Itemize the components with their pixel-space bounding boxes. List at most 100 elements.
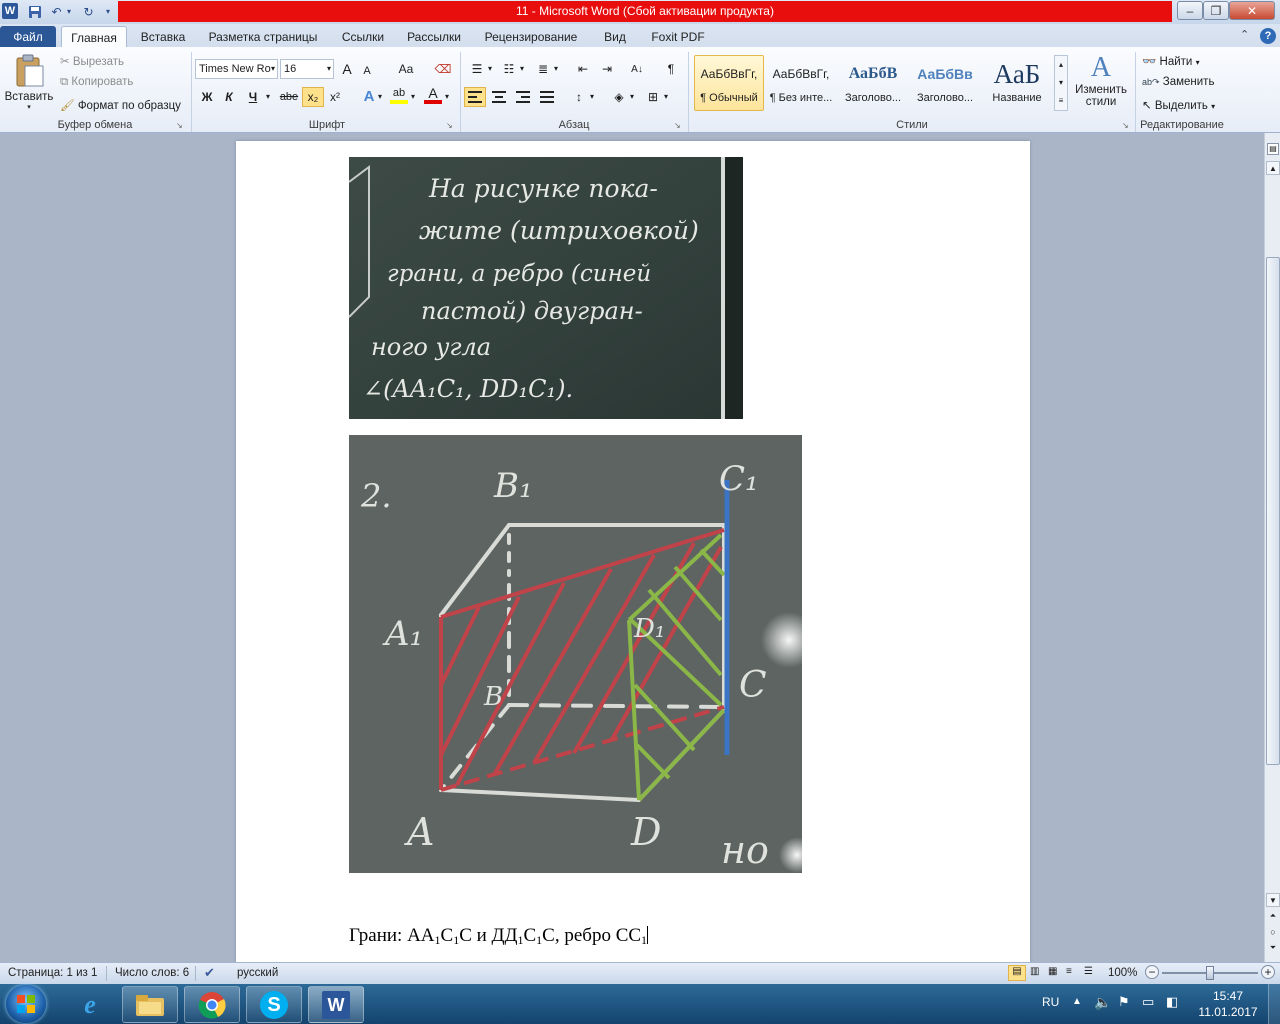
taskbar-skype[interactable]: S [246,986,302,1023]
strikethrough-button[interactable]: abe [278,88,300,106]
undo-icon[interactable]: ↶ [48,3,65,20]
redo-icon[interactable]: ↻ [80,3,97,20]
notification-icon[interactable]: ◧ [1166,994,1178,1010]
highlight-dropdown-icon[interactable]: ▾ [411,92,415,101]
language-indicator[interactable]: русский [237,967,278,979]
borders-dropdown-icon[interactable]: ▾ [664,92,668,101]
tab-references[interactable]: Ссылки [334,26,392,48]
tab-mailings[interactable]: Рассылки [400,26,468,48]
draft-view-icon[interactable]: ☰ [1084,966,1093,977]
find-button[interactable]: 👓 Найти ▾ [1142,54,1200,68]
align-left-icon[interactable] [464,87,486,107]
caption-text[interactable]: Грани: АА1С1С и ДД1С1С, ребро СС1 [349,925,649,948]
italic-button[interactable]: К [220,88,238,106]
volume-icon[interactable]: 🔈 [1094,994,1111,1011]
shading-dropdown-icon[interactable]: ▾ [630,92,634,101]
previous-page-icon[interactable]: ⏶ [1266,911,1280,925]
styles-dialog-launcher-icon[interactable]: ↘ [1122,121,1129,130]
paste-button[interactable]: Вставить ▾ [4,52,54,114]
shading-icon[interactable]: ◈ [610,88,628,106]
tab-review[interactable]: Рецензирование [476,26,586,48]
customize-quick-access-icon[interactable]: ▾ [102,3,114,20]
subscript-button[interactable]: x₂ [302,87,324,107]
font-color-dropdown-icon[interactable]: ▾ [445,92,449,101]
word-count[interactable]: Число слов: 6 [115,967,189,979]
minimize-ribbon-icon[interactable]: ⌃ [1240,28,1249,41]
style-no-spacing[interactable]: АаБбВвГг, ¶ Без инте... [766,55,836,111]
print-layout-view-icon[interactable]: ▤ [1008,965,1026,981]
undo-dropdown-icon[interactable]: ▾ [64,3,74,20]
tab-foxit-pdf[interactable]: Foxit PDF [642,26,714,48]
proofing-icon[interactable]: ✔ [204,965,215,981]
network-icon[interactable]: ⚑ [1118,994,1130,1010]
maximize-button[interactable]: ❐ [1203,1,1229,20]
page-count[interactable]: Страница: 1 из 1 [8,967,97,979]
replace-button[interactable]: ab↷ Заменить [1142,76,1214,88]
underline-dropdown-icon[interactable]: ▾ [266,92,270,101]
format-painter-button[interactable]: 🖌 Формат по образцу [60,98,181,112]
paragraph-dialog-launcher-icon[interactable]: ↘ [674,121,681,130]
ruler-toggle-icon[interactable]: ▤ [1267,143,1279,155]
close-button[interactable]: ✕ [1229,1,1275,20]
highlight-button[interactable]: ab [390,86,408,104]
zoom-in-button[interactable]: + [1261,965,1275,979]
style-heading-1[interactable]: АаБбВ Заголово... [838,55,908,111]
tab-home[interactable]: Главная [61,26,127,48]
scroll-down-arrow[interactable]: ▼ [1266,893,1280,907]
cut-button[interactable]: ✂ Вырезать [60,54,124,68]
full-screen-reading-icon[interactable]: ▥ [1030,966,1039,977]
tab-page-layout[interactable]: Разметка страницы [200,26,326,48]
action-center-icon[interactable]: ▭ [1142,994,1154,1010]
text-effects-icon[interactable]: A [360,87,378,105]
word-app-icon[interactable]: W [2,3,18,19]
taskbar-chrome[interactable] [184,986,240,1023]
style-normal[interactable]: АаБбВвГг, ¶ Обычный [694,55,764,111]
style-title[interactable]: АаБ Название [982,55,1052,111]
browse-object-icon[interactable]: ○ [1266,927,1280,941]
tab-insert[interactable]: Вставка [134,26,192,48]
clock-time[interactable]: 15:47 [1200,989,1256,1003]
line-spacing-dropdown-icon[interactable]: ▾ [590,92,594,101]
show-hidden-icons[interactable]: ▲ [1072,996,1082,1007]
borders-icon[interactable]: ⊞ [644,88,662,106]
numbering-icon[interactable]: ☷ [500,60,518,78]
text-effects-dropdown-icon[interactable]: ▾ [378,92,382,101]
next-page-icon[interactable]: ⏷ [1266,943,1280,957]
taskbar-internet-explorer[interactable]: e [62,986,118,1023]
align-center-icon[interactable] [490,88,508,106]
zoom-out-button[interactable]: − [1145,965,1159,979]
bold-button[interactable]: Ж [198,88,216,106]
line-spacing-icon[interactable]: ↕ [570,88,588,106]
justify-icon[interactable] [538,88,556,106]
show-formatting-marks-icon[interactable]: ¶ [662,60,680,78]
clear-formatting-icon[interactable]: ⌫ [434,60,452,78]
grow-font-button[interactable]: A [338,60,356,78]
font-color-button[interactable]: A [424,85,442,104]
copy-button[interactable]: ⧉ Копировать [60,76,133,89]
minimize-button[interactable]: – [1177,1,1203,20]
clock-date[interactable]: 11.01.2017 [1196,1005,1260,1019]
superscript-button[interactable]: x² [326,88,344,106]
taskbar-word[interactable]: W [308,986,364,1023]
keyboard-language[interactable]: RU [1042,995,1059,1009]
outline-view-icon[interactable]: ≡ [1066,966,1072,977]
blackboard-text-image[interactable]: На рисунке пока- жите (штриховкой) грани… [349,157,743,419]
taskbar-explorer[interactable] [122,986,178,1023]
save-icon[interactable] [26,3,43,20]
sort-icon[interactable]: A↓ [628,60,646,78]
tab-view[interactable]: Вид [596,26,634,48]
underline-button[interactable]: Ч [244,88,262,106]
start-button[interactable] [6,985,46,1023]
scroll-thumb[interactable] [1266,257,1280,765]
styles-scroll[interactable]: ▴ ▾ ≡ [1054,55,1068,111]
shrink-font-button[interactable]: A [358,62,376,80]
cube-drawing-image[interactable]: 2. B₁ C₁ A₁ D₁ B C A D но [349,435,802,873]
style-heading-2[interactable]: АаБбВв Заголово... [910,55,980,111]
multilevel-list-icon[interactable]: ≣ [534,60,552,78]
select-button[interactable]: ↖ Выделить ▾ [1142,98,1215,112]
show-desktop-button[interactable] [1268,984,1280,1024]
zoom-level[interactable]: 100% [1108,967,1137,979]
scroll-up-arrow[interactable]: ▲ [1266,161,1280,175]
font-name-combo[interactable]: Times New Ro ▾ [195,59,278,79]
bullets-icon[interactable]: ☰ [468,60,486,78]
